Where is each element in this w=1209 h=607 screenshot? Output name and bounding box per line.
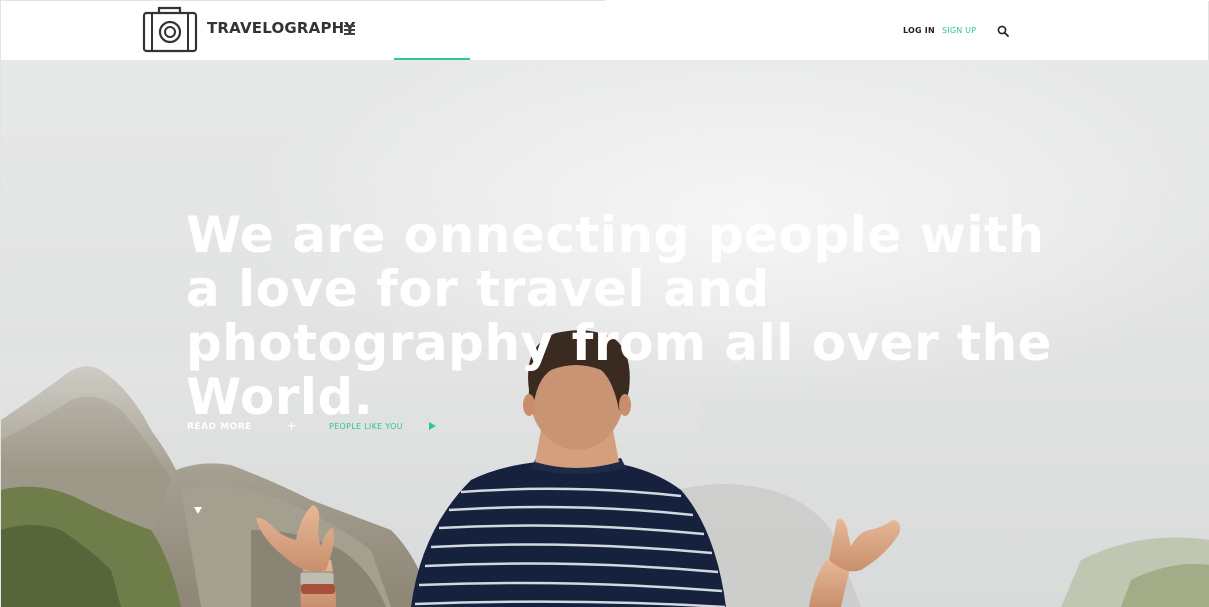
read-more-link[interactable]: READ MORE — [187, 422, 252, 432]
active-nav-indicator — [394, 58, 470, 60]
header-top-edge — [605, 0, 1209, 1]
login-link[interactable]: LOG IN — [903, 26, 935, 35]
search-icon[interactable] — [997, 25, 1009, 37]
scroll-down-icon[interactable] — [194, 507, 202, 514]
hero-headline: We are onnecting people with a love for … — [186, 206, 1053, 426]
plus-icon[interactable]: + — [286, 419, 297, 434]
signup-link[interactable]: SIGN UP — [942, 26, 976, 35]
brand-name[interactable]: TRAVELOGRAPHY — [207, 19, 355, 37]
people-like-you-link[interactable]: PEOPLE LIKE YOU — [329, 422, 403, 431]
play-icon[interactable] — [429, 422, 436, 430]
camera-logo-icon[interactable] — [142, 5, 198, 53]
hero-section: We are onnecting people with a love for … — [0, 60, 1209, 607]
menu-icon[interactable] — [344, 25, 355, 35]
site-header: TRAVELOGRAPHY LOG IN SIGN UP — [0, 0, 1209, 60]
